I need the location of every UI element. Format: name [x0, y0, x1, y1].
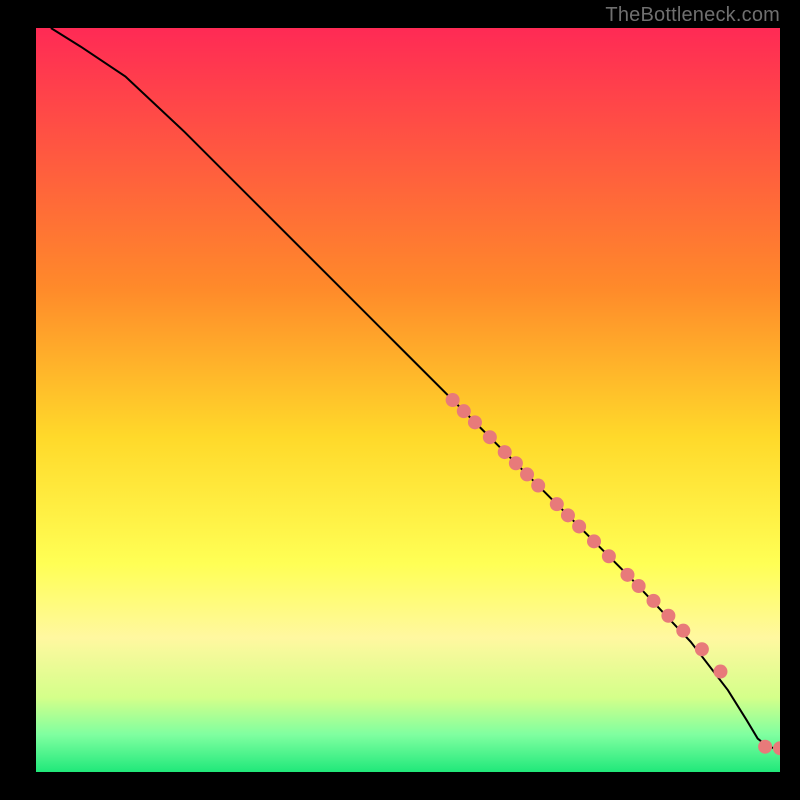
data-point: [695, 642, 709, 656]
chart-svg: [36, 28, 780, 772]
chart-frame: TheBottleneck.com: [0, 0, 800, 800]
data-point: [550, 497, 564, 511]
data-point: [483, 430, 497, 444]
data-point: [446, 393, 460, 407]
data-point: [713, 665, 727, 679]
data-point: [647, 594, 661, 608]
data-point: [498, 445, 512, 459]
gradient-background: [36, 28, 780, 772]
data-point: [587, 534, 601, 548]
data-point: [561, 508, 575, 522]
data-point: [620, 568, 634, 582]
data-point: [509, 456, 523, 470]
data-point: [531, 479, 545, 493]
data-point: [457, 404, 471, 418]
data-point: [602, 549, 616, 563]
plot-area: [36, 28, 780, 772]
data-point: [572, 519, 586, 533]
data-point: [758, 740, 772, 754]
data-point: [520, 467, 534, 481]
data-point: [676, 624, 690, 638]
data-point: [661, 609, 675, 623]
data-point: [632, 579, 646, 593]
data-point: [468, 415, 482, 429]
watermark-text: TheBottleneck.com: [605, 4, 780, 27]
